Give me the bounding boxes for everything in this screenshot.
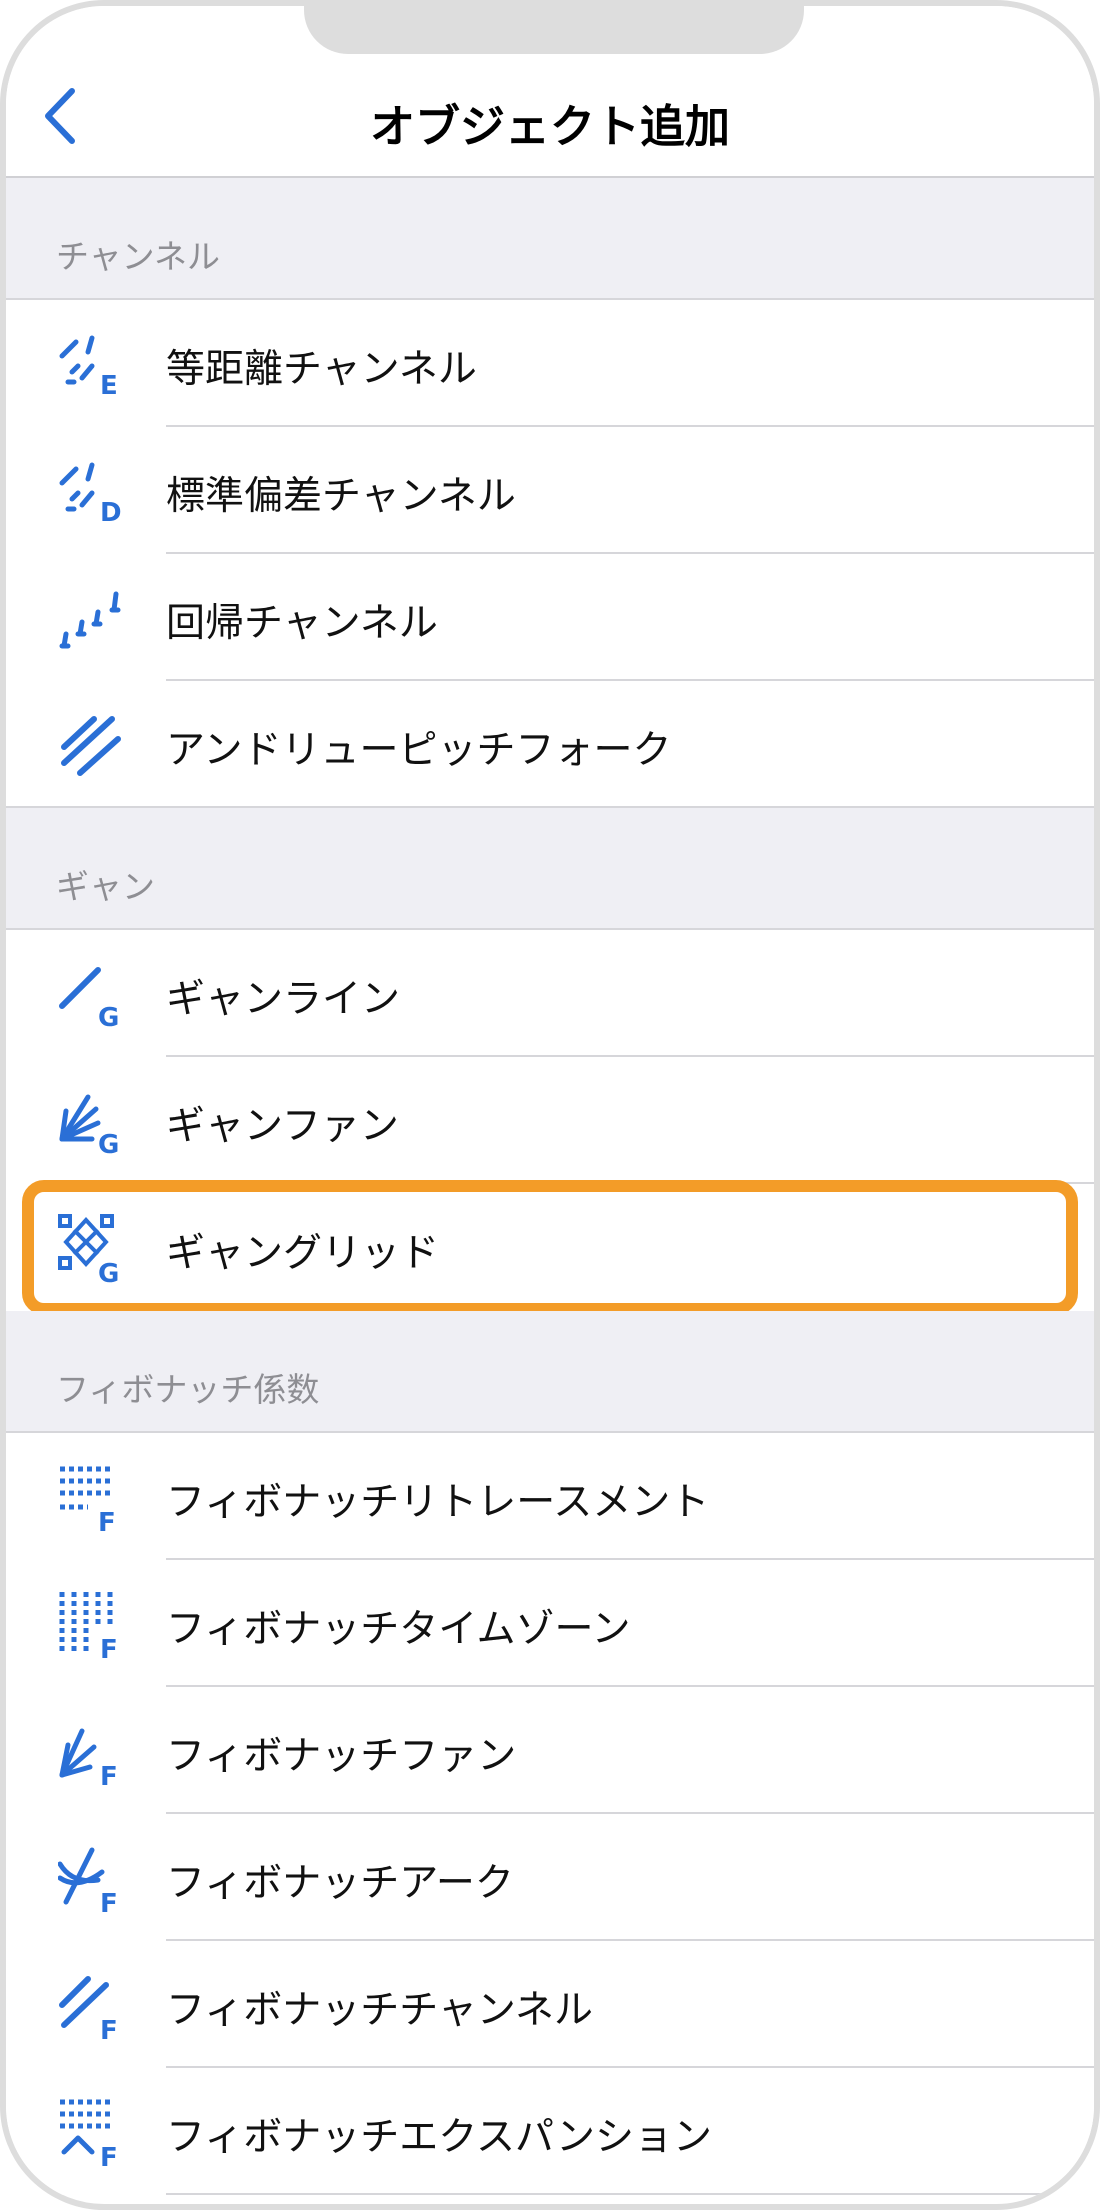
list-item-label: ギャンライン xyxy=(166,977,401,1022)
list-item-andrews-pitchfork[interactable]: アンドリューピッチフォーク xyxy=(6,681,1094,808)
list-item-gann-line[interactable]: G ギャンライン xyxy=(6,930,1094,1057)
andrews-pitchfork-icon xyxy=(61,716,121,776)
svg-text:E: E xyxy=(100,371,118,400)
svg-text:G: G xyxy=(98,1003,119,1030)
section-header-gann: ギャン xyxy=(6,808,1094,930)
list-item-label: アンドリューピッチフォーク xyxy=(166,728,672,773)
svg-text:F: F xyxy=(98,1508,116,1533)
phone-frame: オブジェクト追加 チャンネル E 等距離チャンネル D 標準偏差チャンネル 回帰… xyxy=(0,0,1100,2210)
fibonacci-time-zones-icon: F xyxy=(59,1592,118,1660)
list-item-gann-grid[interactable]: G ギャングリッド xyxy=(6,1180,1094,1315)
fibonacci-channel-icon: F xyxy=(59,1976,118,2041)
fibonacci-fan-icon: F xyxy=(59,1728,118,1787)
list-item-fibonacci-expansion[interactable]: F フィボナッチエクスパンション xyxy=(6,2068,1094,2195)
section-header-fibonacci: フィボナッチ係数 xyxy=(6,1311,1094,1433)
fibonacci-retracement-icon: F xyxy=(60,1466,116,1533)
list-item-fibonacci-arc[interactable]: F フィボナッチアーク xyxy=(6,1814,1094,1941)
list-item-label: 標準偏差チャンネル xyxy=(166,474,516,519)
list-item-gann-fan[interactable]: G ギャンファン xyxy=(6,1057,1094,1184)
list-item-regression-channel[interactable]: 回帰チャンネル xyxy=(6,554,1094,681)
svg-text:F: F xyxy=(100,1762,118,1787)
svg-text:F: F xyxy=(100,1635,118,1660)
list-item-fibonacci-time-zones[interactable]: F フィボナッチタイムゾーン xyxy=(6,1560,1094,1687)
list-item-fibonacci-channel[interactable]: F フィボナッチチャンネル xyxy=(6,1941,1094,2068)
list-item-label: 等距離チャンネル xyxy=(166,347,477,392)
list-item-label: フィボナッチリトレースメント xyxy=(166,1480,710,1525)
std-deviation-channel-icon: D xyxy=(59,462,122,527)
list-item-label: フィボナッチタイムゾーン xyxy=(166,1607,631,1652)
gann-grid-icon: G xyxy=(58,1214,119,1284)
gann-fan-icon: G xyxy=(59,1094,119,1157)
list-item-label: フィボナッチチャンネル xyxy=(166,1988,594,2033)
list-item-std-deviation-channel[interactable]: D 標準偏差チャンネル xyxy=(6,427,1094,554)
list-item-equidistant-channel[interactable]: E 等距離チャンネル xyxy=(6,300,1094,427)
list-item-label: ギャンファン xyxy=(166,1104,399,1149)
equidistant-channel-icon: E xyxy=(59,335,118,400)
list-item-label: フィボナッチアーク xyxy=(166,1861,514,1906)
section-header-channels: チャンネル xyxy=(6,178,1094,300)
svg-text:G: G xyxy=(98,1130,119,1157)
fibonacci-arc-icon: F xyxy=(58,1847,118,1914)
svg-text:F: F xyxy=(100,2143,118,2168)
svg-text:F: F xyxy=(100,2016,118,2041)
section-header-label: ギャン xyxy=(56,867,155,906)
list-item-label: ギャングリッド xyxy=(166,1231,440,1276)
svg-text:D: D xyxy=(100,498,122,527)
object-list: チャンネル E 等距離チャンネル D 標準偏差チャンネル 回帰チャンネル アンド… xyxy=(6,178,1094,2195)
row-divider xyxy=(166,2193,1094,2195)
list-item-fibonacci-retracement[interactable]: F フィボナッチリトレースメント xyxy=(6,1433,1094,1560)
section-header-label: チャンネル xyxy=(56,237,221,276)
page-title: オブジェクト追加 xyxy=(369,100,730,153)
list-item-label: 回帰チャンネル xyxy=(166,601,438,646)
device-notch xyxy=(304,6,804,54)
section-header-label: フィボナッチ係数 xyxy=(56,1370,320,1409)
gann-line-icon: G xyxy=(59,967,119,1030)
svg-text:G: G xyxy=(98,1259,119,1284)
list-item-label: フィボナッチファン xyxy=(166,1734,517,1779)
list-item-label: フィボナッチエクスパンション xyxy=(166,2115,713,2160)
fibonacci-expansion-icon: F xyxy=(60,2099,118,2168)
regression-channel-icon xyxy=(59,591,121,649)
list-item-fibonacci-fan[interactable]: F フィボナッチファン xyxy=(6,1687,1094,1814)
svg-text:F: F xyxy=(100,1889,118,1914)
